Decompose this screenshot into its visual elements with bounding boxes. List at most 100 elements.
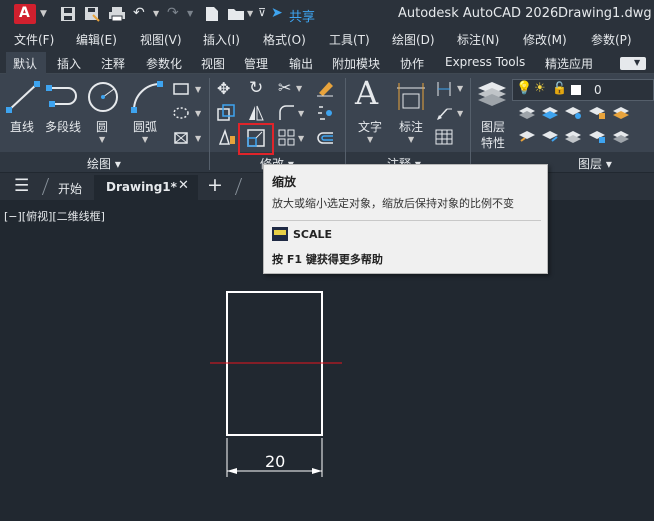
redo-dropdown-icon[interactable]: ▼: [187, 9, 193, 18]
layers-panel-footer[interactable]: 图层 ▾: [578, 155, 612, 172]
redo-icon[interactable]: ↷: [167, 5, 179, 21]
trim-icon[interactable]: ✂: [278, 78, 291, 97]
region-icon[interactable]: [172, 130, 190, 146]
menu-file[interactable]: 文件(F): [14, 31, 54, 48]
menu-parametric[interactable]: 参数(P): [591, 31, 632, 48]
fillet-dropdown-icon[interactable]: ▼: [298, 109, 304, 118]
save-icon[interactable]: [60, 6, 76, 22]
save-as-icon[interactable]: [84, 6, 100, 22]
layer-tool-10-icon[interactable]: [611, 128, 631, 144]
tab-annotate[interactable]: 注释: [101, 55, 125, 72]
dimension-icon[interactable]: [394, 80, 428, 114]
rectangle-icon[interactable]: [172, 82, 190, 96]
share-button[interactable]: 共享: [289, 6, 315, 25]
dimension-button[interactable]: 标注: [399, 118, 423, 135]
menu-dimension[interactable]: 标注(N): [457, 31, 499, 48]
close-tab-icon[interactable]: ✕: [178, 178, 189, 193]
copy-icon[interactable]: [217, 104, 235, 122]
customize-icon[interactable]: ⊽: [258, 6, 266, 19]
array-dropdown-icon[interactable]: ▼: [298, 134, 304, 143]
move-icon[interactable]: ✥: [217, 79, 230, 98]
polyline-icon[interactable]: [46, 84, 80, 110]
print-icon[interactable]: [108, 6, 126, 22]
region-dropdown-icon[interactable]: ▼: [195, 134, 201, 143]
circle-icon[interactable]: [86, 80, 120, 114]
linear-dimension-icon[interactable]: [435, 80, 453, 98]
hatch-dropdown-icon[interactable]: ▼: [195, 109, 201, 118]
rectangle-dropdown-icon[interactable]: ▼: [195, 85, 201, 94]
app-menu-chevron-icon[interactable]: ▼: [40, 9, 47, 19]
tab-output[interactable]: 输出: [289, 55, 313, 72]
hatch-icon[interactable]: [172, 106, 190, 120]
stretch-icon[interactable]: [217, 128, 237, 146]
layer-dropdown[interactable]: 💡 ☀ 🔓 0: [512, 79, 654, 101]
offset-icon[interactable]: [315, 129, 335, 147]
undo-dropdown-icon[interactable]: ▼: [153, 9, 159, 18]
line-icon[interactable]: [6, 80, 40, 114]
ribbon-options-button[interactable]: ▼: [620, 57, 646, 70]
layer-tool-7-icon[interactable]: [540, 128, 560, 144]
hamburger-menu-icon[interactable]: ☰: [14, 176, 29, 196]
circle-dropdown-icon[interactable]: ▼: [99, 135, 105, 144]
layer-tool-8-icon[interactable]: [563, 128, 583, 144]
leader-icon[interactable]: [435, 104, 453, 122]
line-button[interactable]: 直线: [10, 118, 34, 135]
tab-manage[interactable]: 管理: [244, 55, 268, 72]
tab-insert[interactable]: 插入: [57, 55, 81, 72]
mirror-icon[interactable]: [247, 104, 265, 122]
undo-icon[interactable]: ↶: [133, 5, 145, 21]
tab-addins[interactable]: 附加模块: [332, 55, 380, 72]
leader-dropdown-icon[interactable]: ▼: [457, 109, 463, 118]
tab-featured-apps[interactable]: 精选应用: [545, 55, 593, 72]
circle-button[interactable]: 圆: [96, 118, 108, 135]
layer-tool-6-icon[interactable]: [517, 128, 537, 144]
tab-default[interactable]: 默认: [13, 55, 37, 72]
tab-start[interactable]: 开始: [58, 180, 82, 197]
polyline-button[interactable]: 多段线: [45, 118, 81, 135]
explode-icon[interactable]: [315, 104, 333, 122]
layer-tool-4-icon[interactable]: [587, 104, 607, 120]
menu-view[interactable]: 视图(V): [140, 31, 182, 48]
open-dropdown-icon[interactable]: ▼: [247, 9, 253, 18]
menu-format[interactable]: 格式(O): [263, 31, 306, 48]
menu-tools[interactable]: 工具(T): [329, 31, 370, 48]
tab-express-tools[interactable]: Express Tools: [445, 55, 525, 69]
scale-icon[interactable]: [246, 128, 266, 148]
tab-drawing-label[interactable]: Drawing1*: [106, 180, 177, 194]
layer-properties-icon[interactable]: [476, 80, 508, 110]
menu-draw[interactable]: 绘图(D): [392, 31, 435, 48]
text-dropdown-icon[interactable]: ▼: [367, 135, 373, 144]
open-folder-icon[interactable]: [227, 7, 245, 21]
tab-view[interactable]: 视图: [201, 55, 225, 72]
erase-icon[interactable]: [315, 79, 335, 97]
app-logo[interactable]: A: [14, 4, 36, 24]
text-button[interactable]: 文字: [358, 118, 382, 135]
tab-collaborate[interactable]: 协作: [400, 55, 424, 72]
new-tab-icon[interactable]: +: [207, 174, 223, 196]
layer-tool-3-icon[interactable]: [563, 104, 583, 120]
arc-icon[interactable]: [130, 80, 164, 114]
dimension-dropdown-icon[interactable]: ▼: [408, 135, 414, 144]
tab-parametric[interactable]: 参数化: [146, 55, 182, 72]
rotate-icon[interactable]: ↻: [249, 78, 263, 98]
linear-dimension-dropdown-icon[interactable]: ▼: [457, 84, 463, 93]
layer-tool-5-icon[interactable]: [611, 104, 631, 120]
text-icon[interactable]: A: [355, 74, 378, 112]
draw-panel-footer[interactable]: 绘图 ▾: [87, 155, 121, 172]
new-file-icon[interactable]: [205, 6, 219, 22]
share-icon[interactable]: ➤: [271, 5, 283, 21]
arc-button[interactable]: 圆弧: [133, 118, 157, 135]
layer-properties-label-2[interactable]: 特性: [481, 134, 505, 151]
menu-insert[interactable]: 插入(I): [203, 31, 240, 48]
layer-properties-label-1[interactable]: 图层: [481, 118, 505, 135]
menu-modify[interactable]: 修改(M): [523, 31, 567, 48]
layer-tool-2-icon[interactable]: [540, 104, 560, 120]
table-icon[interactable]: [435, 129, 453, 145]
trim-dropdown-icon[interactable]: ▼: [296, 84, 302, 93]
fillet-icon[interactable]: [278, 104, 296, 122]
menu-edit[interactable]: 编辑(E): [76, 31, 117, 48]
layer-tool-9-icon[interactable]: [587, 128, 607, 144]
array-icon[interactable]: [278, 129, 296, 147]
arc-dropdown-icon[interactable]: ▼: [142, 135, 148, 144]
layer-tool-1-icon[interactable]: [517, 104, 537, 120]
